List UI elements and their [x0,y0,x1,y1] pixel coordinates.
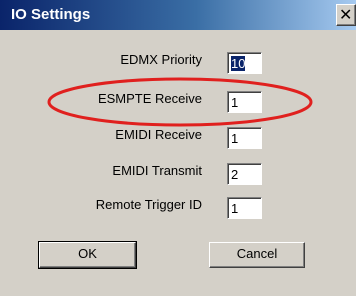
edmx-priority-label: EDMX Priority [120,52,202,67]
esmpte-receive-input[interactable]: 1 [227,91,262,113]
emidi-receive-input[interactable]: 1 [227,127,262,149]
remote-trigger-id-value: 1 [231,201,239,216]
emidi-receive-value: 1 [231,131,239,146]
close-icon: ✕ [339,5,353,24]
emidi-transmit-value: 2 [231,167,239,182]
edmx-priority-value: 10 [231,56,246,71]
cancel-button[interactable]: Cancel [209,242,305,268]
edmx-priority-input[interactable]: 10 [227,52,262,74]
io-settings-dialog: IO Settings ✕ EDMX Priority 10 ESMPTE Re… [0,0,356,296]
emidi-transmit-label: EMIDI Transmit [112,163,202,178]
emidi-transmit-input[interactable]: 2 [227,163,262,185]
remote-trigger-id-input[interactable]: 1 [227,197,262,219]
window-title: IO Settings [11,6,91,23]
esmpte-receive-value: 1 [231,95,239,110]
close-button[interactable]: ✕ [336,4,356,26]
esmpte-receive-label: ESMPTE Receive [97,91,202,106]
remote-trigger-id-label: Remote Trigger ID [95,197,202,212]
emidi-receive-label: EMIDI Receive [115,127,202,142]
ok-button[interactable]: OK [38,241,137,269]
title-bar[interactable]: IO Settings ✕ [0,0,356,30]
